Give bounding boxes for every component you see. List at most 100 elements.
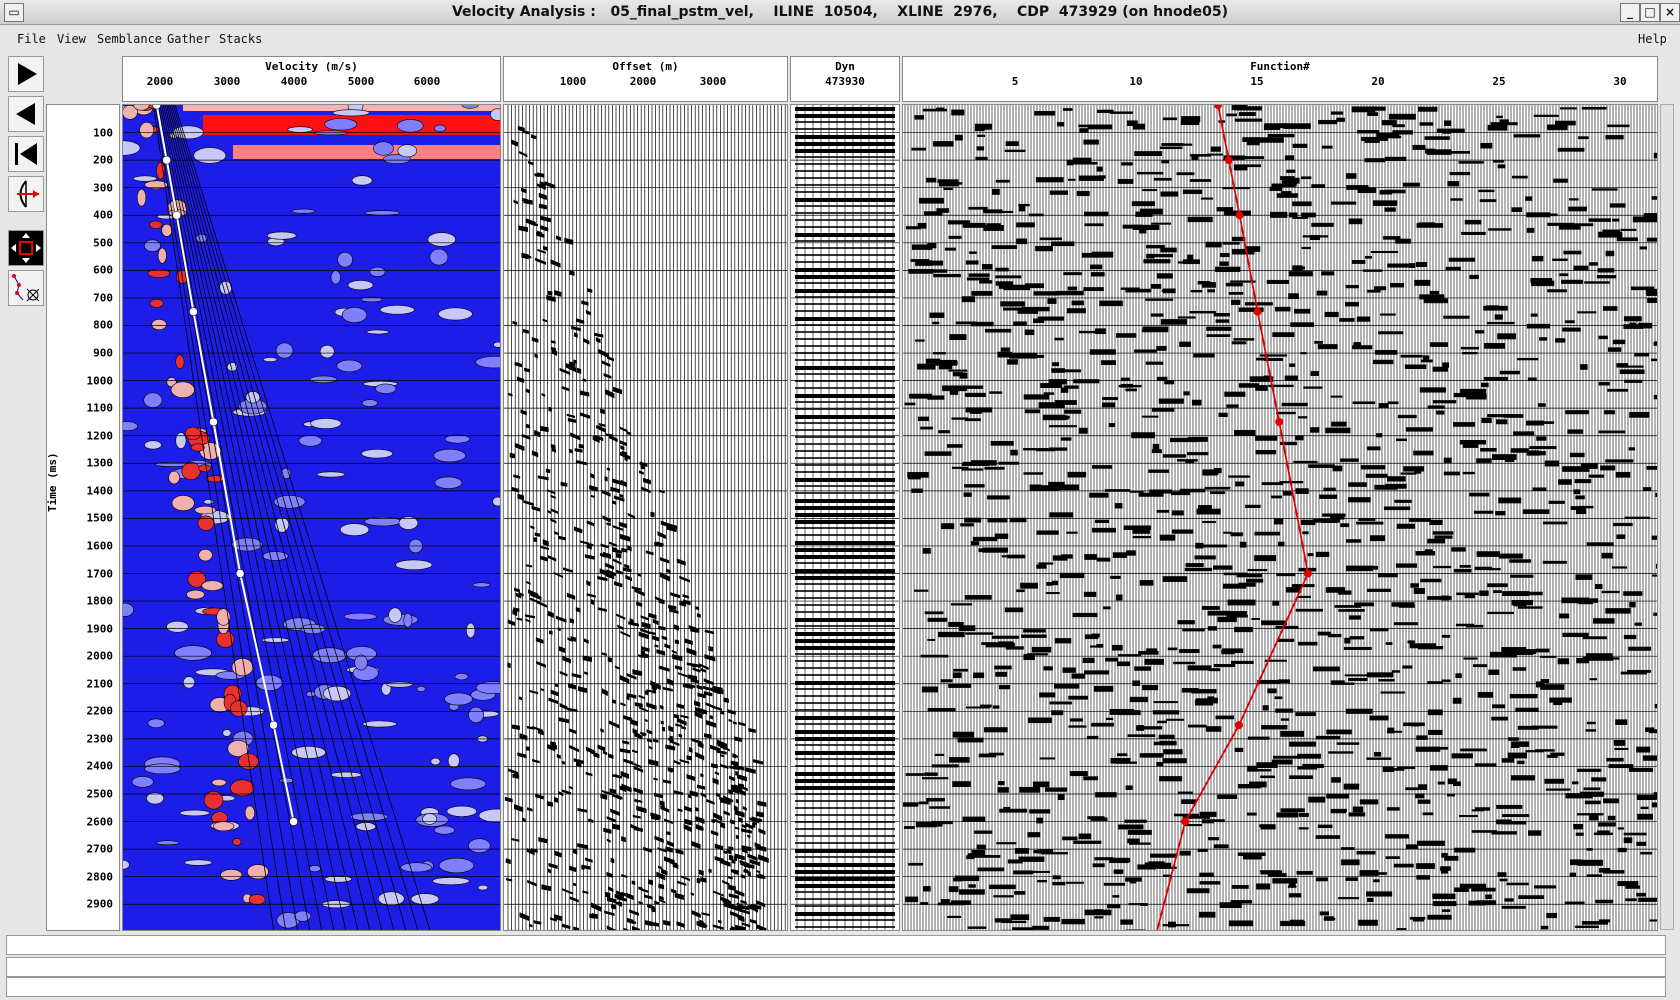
velocity-pick-point bbox=[189, 307, 198, 316]
function-event bbox=[1565, 320, 1575, 324]
menu-gather[interactable]: Gather bbox=[167, 32, 210, 46]
function-event bbox=[1545, 788, 1571, 791]
function-panel[interactable] bbox=[902, 104, 1658, 931]
function-event bbox=[1418, 784, 1427, 790]
function-event bbox=[1129, 879, 1137, 884]
function-event bbox=[1396, 928, 1407, 930]
time-tick: 2800 bbox=[86, 870, 114, 884]
function-event bbox=[1275, 306, 1291, 312]
pick-tool-button[interactable] bbox=[8, 176, 44, 212]
function-event bbox=[1615, 719, 1628, 725]
function-event bbox=[1217, 616, 1237, 623]
function-event bbox=[1651, 802, 1657, 808]
function-event bbox=[929, 806, 951, 809]
function-event bbox=[1535, 648, 1550, 653]
dyn-panel[interactable] bbox=[790, 104, 900, 931]
time-tick: 1400 bbox=[86, 484, 114, 498]
function-event bbox=[1301, 246, 1311, 250]
function-event bbox=[1013, 321, 1027, 326]
semblance-peak bbox=[212, 821, 235, 832]
previous-cdp-button[interactable] bbox=[8, 96, 44, 132]
function-event bbox=[1048, 481, 1065, 488]
function-event bbox=[1487, 124, 1508, 131]
semblance-contour bbox=[366, 329, 390, 335]
function-event bbox=[1440, 869, 1448, 874]
function-event bbox=[968, 884, 976, 888]
first-cdp-button[interactable] bbox=[8, 136, 44, 172]
function-event bbox=[1179, 341, 1192, 347]
function-event bbox=[1499, 370, 1520, 375]
function-event bbox=[1005, 646, 1024, 650]
close-button[interactable]: × bbox=[1660, 3, 1680, 22]
maximize-button[interactable]: □ bbox=[1640, 3, 1660, 22]
function-event bbox=[1092, 465, 1113, 469]
function-event bbox=[951, 417, 968, 420]
function-event bbox=[1517, 357, 1539, 361]
function-event bbox=[993, 895, 1014, 898]
function-event bbox=[1052, 881, 1066, 886]
menu-view[interactable]: View bbox=[57, 32, 86, 46]
semblance-contour bbox=[375, 383, 397, 394]
function-event bbox=[1598, 335, 1608, 340]
function-event bbox=[1142, 326, 1169, 333]
gather-panel[interactable] bbox=[503, 104, 788, 931]
function-event bbox=[1148, 469, 1169, 473]
function-event bbox=[1558, 224, 1581, 230]
function-event bbox=[1067, 471, 1087, 478]
semblance-peak bbox=[184, 426, 201, 441]
function-event bbox=[1139, 753, 1164, 758]
function-event bbox=[1376, 433, 1383, 438]
function-event bbox=[1146, 648, 1158, 655]
function-event bbox=[1424, 136, 1450, 140]
menu-semblance[interactable]: Semblance bbox=[97, 32, 162, 46]
minimize-button[interactable]: _ bbox=[1620, 3, 1640, 22]
time-tick: 1900 bbox=[86, 622, 114, 636]
function-event bbox=[1476, 458, 1492, 463]
function-event bbox=[1656, 563, 1657, 569]
function-event bbox=[1309, 235, 1321, 241]
menu-file[interactable]: File bbox=[17, 32, 46, 46]
function-event bbox=[1134, 349, 1157, 353]
time-tick: 1100 bbox=[86, 401, 114, 415]
function-event bbox=[1553, 178, 1568, 183]
function-event bbox=[1370, 250, 1399, 254]
function-event bbox=[1266, 279, 1289, 284]
function-event bbox=[998, 781, 1005, 786]
vertical-scrollbar[interactable] bbox=[1660, 104, 1674, 930]
edit-picks-button[interactable] bbox=[8, 270, 44, 306]
function-event bbox=[1607, 124, 1630, 128]
function-event bbox=[1296, 870, 1313, 875]
function-event bbox=[1490, 122, 1518, 126]
function-event bbox=[927, 638, 936, 641]
function-event bbox=[1536, 436, 1547, 441]
function-event bbox=[968, 273, 990, 277]
function-event bbox=[978, 753, 997, 758]
function-event bbox=[1649, 729, 1657, 734]
function-event bbox=[1107, 904, 1121, 909]
function-event bbox=[1555, 338, 1566, 343]
function-event bbox=[1086, 735, 1099, 739]
semblance-contour bbox=[339, 523, 370, 537]
function-event bbox=[1256, 762, 1278, 768]
function-event bbox=[929, 312, 945, 318]
menu-help[interactable]: Help bbox=[1638, 32, 1667, 46]
function-event bbox=[1091, 722, 1114, 727]
function-event bbox=[1201, 606, 1220, 610]
function-event bbox=[995, 671, 1008, 677]
zoom-tool-button[interactable] bbox=[8, 230, 44, 266]
function-event bbox=[1159, 146, 1183, 150]
function-event bbox=[1346, 565, 1374, 572]
semblance-panel[interactable] bbox=[122, 104, 501, 931]
function-event bbox=[1620, 671, 1648, 675]
function-tick: 20 bbox=[1371, 75, 1385, 88]
function-event bbox=[1207, 289, 1215, 293]
menu-stacks[interactable]: Stacks bbox=[219, 32, 262, 46]
semblance-contour bbox=[336, 359, 363, 373]
next-cdp-button[interactable] bbox=[8, 56, 44, 92]
velocity-tick: 5000 bbox=[347, 75, 375, 88]
function-event bbox=[1484, 343, 1506, 349]
function-event bbox=[1419, 122, 1434, 126]
function-event bbox=[1078, 833, 1092, 840]
function-event bbox=[966, 277, 990, 281]
function-event bbox=[1613, 739, 1626, 746]
